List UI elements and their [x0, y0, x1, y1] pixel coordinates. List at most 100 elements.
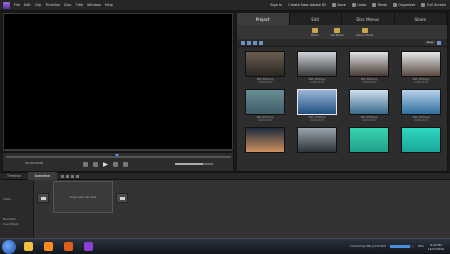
instant-movie-label: Instant Movie: [355, 33, 374, 37]
tab-edit[interactable]: Edit: [290, 13, 342, 25]
media-duration: 00;00;05;00: [414, 81, 428, 84]
media-thumbnail[interactable]: [349, 51, 389, 77]
render-status: Conforming SNC_0172.MOV: [350, 245, 387, 248]
media-item[interactable]: SNC_0005.jpg 00;00;05;00: [398, 51, 444, 84]
taskbar-app-button[interactable]: [60, 240, 76, 254]
media-thumbnail[interactable]: [401, 127, 441, 153]
tab-project[interactable]: Project: [237, 13, 290, 25]
media-item[interactable]: SNC_0004.jpg 00;00;05;00: [346, 51, 392, 84]
firefox-icon: [63, 242, 73, 251]
mixer-icon[interactable]: [76, 174, 80, 178]
grid-view-icon[interactable]: [247, 40, 251, 45]
record-icon[interactable]: [71, 174, 75, 178]
taskbar-app-button[interactable]: [80, 240, 96, 254]
tab-share[interactable]: Share: [395, 13, 447, 25]
media-item[interactable]: SNC_0008.jpg 00;00;05;00: [294, 89, 340, 122]
step-forward-button[interactable]: [113, 162, 118, 167]
menu-edit[interactable]: Edit: [24, 3, 31, 7]
menu-timeline[interactable]: Timeline: [45, 3, 60, 7]
media-thumbnail[interactable]: [297, 127, 337, 153]
media-thumbnail[interactable]: [349, 89, 389, 115]
clock[interactable]: 9:25 PM 12/27/2010: [428, 243, 444, 251]
media-thumbnail[interactable]: [401, 89, 441, 115]
play-button[interactable]: [103, 162, 108, 167]
media-thumbnail[interactable]: [401, 51, 441, 77]
render-percent: 80%: [418, 245, 424, 248]
organizer-button[interactable]: Organizer: [392, 3, 415, 7]
signin-link[interactable]: Sign In: [270, 3, 282, 7]
media-thumbnail[interactable]: [297, 51, 337, 77]
panel-tabs: Project Edit Disc Menus Share: [237, 13, 447, 25]
media-thumbnail[interactable]: [245, 127, 285, 153]
create-id-link[interactable]: Create New Adobe ID: [288, 3, 325, 7]
save-button[interactable]: Save: [331, 3, 346, 7]
delete-icon[interactable]: [259, 40, 263, 45]
media-item[interactable]: [294, 127, 340, 154]
undo-button[interactable]: Undo: [351, 3, 366, 7]
zoom-icon[interactable]: [66, 174, 70, 178]
media-thumbnail[interactable]: [297, 89, 337, 115]
fullscreen-label: Full Screen: [426, 3, 446, 7]
goto-start-button[interactable]: [83, 162, 88, 167]
timeline-tabs: Timeline Sceneline: [0, 172, 450, 180]
clock-date: 12/27/2010: [427, 246, 444, 251]
view-select[interactable]: View: [424, 41, 435, 44]
redo-button[interactable]: Redo: [372, 3, 387, 7]
menu-file[interactable]: File: [14, 3, 20, 7]
menu-clip[interactable]: Clip: [35, 3, 42, 7]
transition-slot-left[interactable]: [37, 193, 49, 203]
system-tray: Conforming SNC_0172.MOV 80% 9:25 PM 12/2…: [350, 243, 450, 251]
media-duration: 00;00;05;00: [258, 119, 272, 122]
media-item[interactable]: SNC_0010.jpg 00;00;05;00: [398, 89, 444, 122]
add-marker-icon[interactable]: [61, 174, 65, 178]
fullscreen-button[interactable]: Full Screen: [421, 3, 446, 7]
fullscreen-icon: [421, 3, 426, 7]
taskbar-app-button[interactable]: [20, 240, 36, 254]
menu-help[interactable]: Help: [105, 3, 113, 7]
timeline-tools: [61, 174, 80, 178]
goto-end-button[interactable]: [123, 162, 128, 167]
folder-new-icon[interactable]: [253, 40, 257, 45]
premiere-elements-icon: [83, 242, 93, 251]
volume-slider[interactable]: [175, 163, 213, 165]
track-video-text: Video: [3, 197, 11, 201]
tab-sceneline[interactable]: Sceneline: [27, 172, 58, 180]
playhead-marker[interactable]: [115, 154, 119, 157]
get-media-button[interactable]: Get Media: [330, 27, 344, 37]
media-item[interactable]: SNC_0001.jpg 00;00;05;00: [242, 51, 288, 84]
clip-drop-target[interactable]: Drag next clip here: [53, 181, 113, 213]
track-soundtrack-text: Soundtrack: [3, 222, 19, 226]
media-duration: 00;00;05;00: [310, 81, 324, 84]
start-button[interactable]: [2, 239, 16, 254]
folder-icon: [311, 27, 318, 33]
media-item[interactable]: [346, 127, 392, 154]
project-subtools: Media Get Media Instant Movie: [237, 25, 447, 39]
tab-disc-menus[interactable]: Disc Menus: [342, 13, 395, 25]
media-item[interactable]: [398, 127, 444, 154]
taskbar-app-button[interactable]: [40, 240, 56, 254]
track-video-label: Video: [3, 197, 11, 201]
media-button[interactable]: Media: [311, 27, 319, 37]
transition-slot-right[interactable]: [116, 193, 128, 203]
tasks-panel: Project Edit Disc Menus Share Media Get …: [236, 12, 448, 172]
media-item[interactable]: SNC_0003.jpg 00;00;05;00: [294, 51, 340, 84]
media-item[interactable]: SNC_0007.jpg 00;00;05;00: [242, 89, 288, 122]
panel-menu-icon[interactable]: [437, 40, 441, 45]
instant-movie-button[interactable]: Instant Movie: [355, 27, 374, 37]
media-player-icon: [43, 242, 53, 251]
save-icon: [331, 3, 336, 7]
tab-timeline[interactable]: Timeline: [0, 172, 28, 180]
volume-fill: [175, 163, 203, 165]
menu-window[interactable]: Window: [87, 3, 101, 7]
menu-title[interactable]: Title: [76, 3, 84, 7]
menu-disc[interactable]: Disc: [64, 3, 71, 7]
media-thumbnail[interactable]: [245, 51, 285, 77]
media-item[interactable]: SNC_0009.jpg 00;00;05;00: [346, 89, 392, 122]
video-preview[interactable]: [4, 14, 232, 149]
media-thumbnail[interactable]: [245, 89, 285, 115]
list-view-icon[interactable]: [241, 40, 245, 45]
media-item[interactable]: [242, 127, 288, 154]
step-back-button[interactable]: [93, 162, 98, 167]
get-media-label: Get Media: [330, 33, 344, 37]
media-thumbnail[interactable]: [349, 127, 389, 153]
